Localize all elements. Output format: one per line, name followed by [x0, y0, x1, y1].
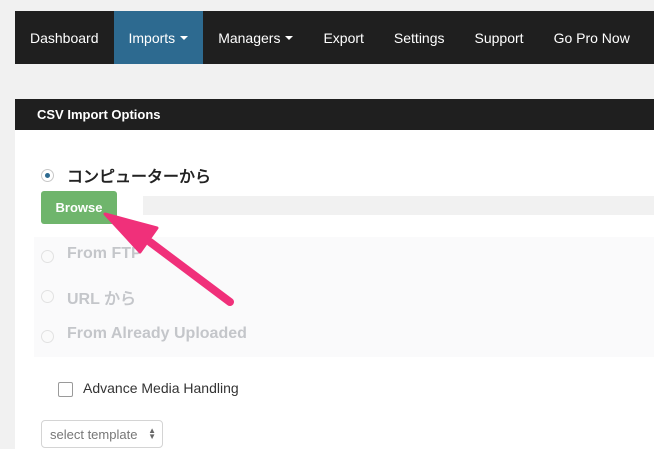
select-updown-icon: ▲ ▼	[148, 426, 156, 441]
advance-media-checkbox[interactable]	[58, 382, 73, 397]
nav-dashboard-label: Dashboard	[30, 29, 99, 46]
radio-from-ftp[interactable]	[41, 250, 54, 263]
file-path-field[interactable]	[143, 196, 654, 215]
panel-header: CSV Import Options	[15, 99, 654, 130]
radio-from-computer[interactable]	[41, 169, 54, 182]
nav-truncated[interactable]: T	[645, 11, 654, 64]
nav-managers-label: Managers	[218, 29, 281, 46]
nav-go-pro-label: Go Pro Now	[553, 29, 630, 46]
nav-export-label: Export	[323, 29, 364, 46]
option-from-url-label: URL から	[67, 291, 137, 308]
csv-import-panel: CSV Import Options コンピューターから Browse From…	[15, 99, 654, 449]
browse-button-label: Browse	[55, 200, 103, 215]
advance-media-label: Advance Media Handling	[83, 380, 239, 396]
option-already-uploaded-label: From Already Uploaded	[67, 325, 247, 342]
caret-down-icon	[180, 35, 189, 40]
template-select-value: select template	[50, 426, 138, 442]
nav-support-label: Support	[474, 29, 524, 46]
nav-settings-label: Settings	[393, 29, 445, 46]
caret-down-icon	[285, 35, 294, 40]
top-navbar: Dashboard Imports Managers Export Settin…	[15, 11, 654, 64]
nav-support[interactable]: Support	[460, 11, 539, 64]
nav-go-pro[interactable]: Go Pro Now	[539, 11, 645, 64]
nav-dashboard[interactable]: Dashboard	[15, 11, 114, 64]
nav-imports[interactable]: Imports	[113, 11, 204, 64]
nav-managers[interactable]: Managers	[203, 11, 308, 64]
radio-from-url[interactable]	[41, 290, 54, 303]
radio-already-uploaded[interactable]	[41, 330, 54, 343]
option-from-ftp-label: From FTP	[67, 245, 142, 262]
panel-title: CSV Import Options	[37, 107, 161, 122]
option-from-computer-label: コンピューターから	[67, 169, 212, 186]
nav-export[interactable]: Export	[308, 11, 378, 64]
template-select[interactable]: select template ▲ ▼	[41, 420, 163, 448]
browse-button[interactable]: Browse	[41, 191, 117, 224]
nav-imports-label: Imports	[128, 29, 176, 46]
nav-settings[interactable]: Settings	[379, 11, 460, 64]
